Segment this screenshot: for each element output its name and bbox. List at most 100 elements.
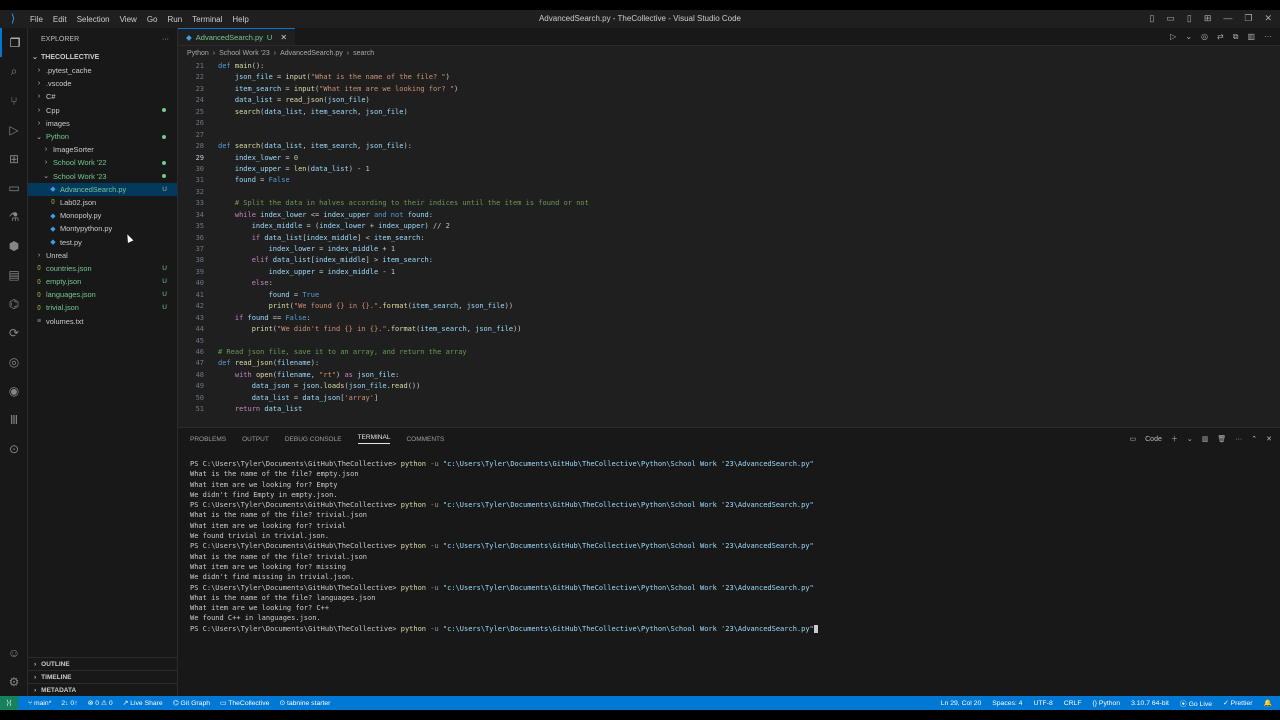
breadcrumb-item[interactable]: search	[353, 50, 374, 57]
menu-terminal[interactable]: Terminal	[192, 15, 222, 24]
tree-item-school-work-22[interactable]: › School Work '22	[28, 156, 177, 169]
tree-item--vscode[interactable]: › .vscode	[28, 77, 177, 90]
interpreter[interactable]: 3.10.7 64-bit	[1131, 700, 1169, 707]
cursor-position[interactable]: Ln 29, Col 20	[941, 700, 981, 707]
code-line[interactable]: 28 def search(data_list, item_search, jso…	[178, 141, 1280, 152]
customize-layout-icon[interactable]: ⊞	[1204, 13, 1212, 24]
tab-terminal[interactable]: TERMINAL	[357, 434, 391, 444]
tree-item-unreal[interactable]: › Unreal	[28, 249, 177, 262]
menu-edit[interactable]: Edit	[53, 15, 67, 24]
maximize-panel-icon[interactable]: ⌃	[1251, 435, 1257, 443]
code-line[interactable]: 47 def read_json(filename):	[178, 358, 1280, 369]
compare-icon[interactable]: ⇄	[1217, 32, 1224, 42]
accounts-icon[interactable]: ☺	[0, 638, 28, 667]
code-line[interactable]: 26	[178, 118, 1280, 129]
tree-item-school-work-23[interactable]: ⌄ School Work '23	[28, 170, 177, 183]
git-graph-status[interactable]: ⌬ Git Graph	[173, 699, 210, 707]
toggle-panel-icon[interactable]: ▭	[1166, 13, 1175, 24]
run-debug-icon[interactable]: ▷	[0, 115, 28, 144]
code-line[interactable]: 45	[178, 336, 1280, 347]
code-line[interactable]: 37 index_lower = index_middle + 1	[178, 244, 1280, 255]
more-editor-actions-icon[interactable]: ···	[1264, 32, 1272, 42]
more-panel-actions-icon[interactable]: ···	[1235, 436, 1242, 443]
code-line[interactable]: 39 index_upper = index_middle - 1	[178, 267, 1280, 278]
code-line[interactable]: 23 item_search = input("What item are we…	[178, 84, 1280, 95]
tree-item-cpp[interactable]: › Cpp	[28, 104, 177, 117]
code-line[interactable]: 33 # Split the data in halves according …	[178, 198, 1280, 209]
kill-terminal-icon[interactable]: 🗑	[1217, 435, 1226, 443]
project-status[interactable]: ▭ TheCollective	[220, 699, 269, 707]
code-line[interactable]: 43 if found == False:	[178, 313, 1280, 324]
minimap[interactable]	[1272, 61, 1280, 427]
section-timeline[interactable]: › TIMELINE	[28, 670, 178, 683]
breadcrumb-item[interactable]: AdvancedSearch.py	[280, 50, 343, 57]
section-outline[interactable]: › OUTLINE	[28, 657, 178, 670]
toggle-sidebar-icon[interactable]: ▯	[1149, 13, 1154, 24]
go-live-status[interactable]: ⦿ Go Live	[1180, 698, 1212, 708]
split-editor-icon[interactable]: ▥	[1247, 32, 1255, 42]
workspace-root[interactable]: ⌄ THECOLLECTIVE	[28, 50, 177, 64]
code-line[interactable]: 25 search(data_list, item_search, json_f…	[178, 107, 1280, 118]
terminal-output[interactable]: PS C:\Users\Tyler\Documents\GitHub\TheCo…	[190, 459, 818, 634]
code-line[interactable]: 48 with open(filename, "rt") as json_fil…	[178, 370, 1280, 381]
tab-comments[interactable]: COMMENTS	[406, 436, 444, 443]
run-file-icon[interactable]: ▷	[1170, 32, 1176, 42]
remote-indicator-icon[interactable]: ⟩⟨	[0, 696, 18, 710]
code-line[interactable]: 44 print("We didn't find {} in {}.".form…	[178, 324, 1280, 335]
more-actions-icon[interactable]: ···	[162, 36, 169, 43]
line-ending[interactable]: CRLF	[1064, 700, 1082, 707]
problems-status[interactable]: ⊗ 0 ⚠ 0	[88, 699, 113, 707]
git-graph-icon[interactable]: ⌬	[0, 289, 28, 318]
tree-item-lab02-json[interactable]: {} Lab02.json	[28, 196, 177, 209]
code-line[interactable]: 40 else:	[178, 278, 1280, 289]
breadcrumb-item[interactable]: Python	[187, 50, 209, 57]
menu-help[interactable]: Help	[232, 15, 248, 24]
tree-item-test-py[interactable]: ◆ test.py	[28, 235, 177, 248]
terminal-name[interactable]: Code	[1145, 436, 1162, 443]
testing-icon[interactable]: ⚗	[0, 202, 28, 231]
tab-advancedsearch[interactable]: ◆ AdvancedSearch.py U ✕	[178, 28, 296, 45]
code-line[interactable]: 34 while index_lower <= index_upper and …	[178, 210, 1280, 221]
section-metadata[interactable]: › METADATA	[28, 683, 178, 696]
code-line[interactable]: 36 if data_list[index_middle] < item_sea…	[178, 233, 1280, 244]
code-line[interactable]: 50 data_list = data_json['array']	[178, 393, 1280, 404]
toggle-secondary-sidebar-icon[interactable]: ▯	[1187, 13, 1192, 24]
tree-item-imagesorter[interactable]: › ImageSorter	[28, 143, 177, 156]
prettier-status[interactable]: ✓ Prettier	[1223, 699, 1253, 707]
live-share-follow-icon[interactable]: ◎	[1201, 32, 1208, 42]
code-line[interactable]: 24 data_list = read_json(json_file)	[178, 95, 1280, 106]
tree-item-c-[interactable]: › C#	[28, 90, 177, 103]
code-line[interactable]: 51 return data_list	[178, 404, 1280, 415]
menu-view[interactable]: View	[120, 15, 137, 24]
code-line[interactable]: 22 json_file = input("What is the name o…	[178, 72, 1280, 83]
tree-item--pytest-cache[interactable]: › .pytest_cache	[28, 64, 177, 77]
live-share-status[interactable]: ↗ Live Share	[123, 699, 163, 707]
indentation[interactable]: Spaces: 4	[992, 700, 1022, 707]
sync-status[interactable]: 2↓ 0↑	[61, 700, 77, 707]
source-control-icon[interactable]: ⑂	[0, 86, 28, 115]
tree-item-trivial-json[interactable]: {} trivial.json U	[28, 301, 177, 314]
tab-debug-console[interactable]: DEBUG CONSOLE	[285, 436, 342, 443]
tree-item-monopoly-py[interactable]: ◆ Monopoly.py	[28, 209, 177, 222]
tabnine-icon[interactable]: Ⅲ	[0, 405, 28, 434]
terminal-dropdown-icon[interactable]: ⌄	[1187, 435, 1193, 443]
tab-output[interactable]: OUTPUT	[242, 436, 269, 443]
tab-problems[interactable]: PROBLEMS	[190, 436, 226, 443]
live-share-icon[interactable]: ⟳	[0, 318, 28, 347]
menu-selection[interactable]: Selection	[77, 15, 110, 24]
breadcrumb-item[interactable]: School Work '23	[219, 50, 270, 57]
code-line[interactable]: 41 found = True	[178, 290, 1280, 301]
split-terminal-icon[interactable]: ▥	[1202, 435, 1209, 443]
run-dropdown-icon[interactable]: ⌄	[1185, 32, 1192, 42]
code-line[interactable]: 38 elif data_list[index_middle] > item_s…	[178, 255, 1280, 266]
tree-item-languages-json[interactable]: {} languages.json U	[28, 288, 177, 301]
close-panel-icon[interactable]: ✕	[1266, 435, 1272, 443]
tree-item-empty-json[interactable]: {} empty.json U	[28, 275, 177, 288]
open-changes-icon[interactable]: ⧉	[1233, 32, 1239, 42]
explorer-icon[interactable]: ❐	[0, 28, 28, 57]
manage-gear-icon[interactable]: ⚙	[0, 667, 28, 696]
menu-go[interactable]: Go	[147, 15, 158, 24]
tree-item-volumes-txt[interactable]: ≡ volumes.txt	[28, 315, 177, 328]
code-line[interactable]: 27	[178, 130, 1280, 141]
code-line[interactable]: 31 found = False	[178, 175, 1280, 186]
